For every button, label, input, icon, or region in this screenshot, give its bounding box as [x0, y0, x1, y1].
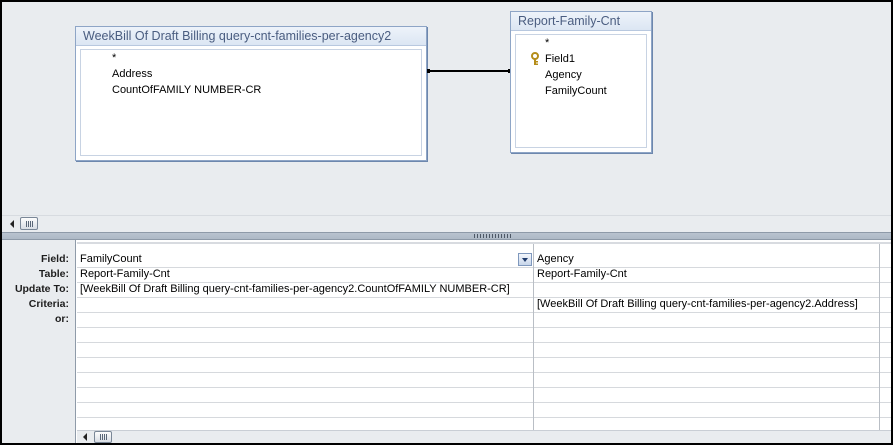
scroll-thumb-grip-icon: [100, 434, 107, 440]
row-label-field: Field:: [41, 253, 69, 265]
table-diagram-pane[interactable]: WeekBill Of Draft Billing query-cnt-fami…: [2, 2, 891, 215]
grid-cell-field-col2[interactable]: Agency: [534, 252, 878, 267]
design-grid-pane: Field: Table: Update To: Criteria: or: F: [2, 240, 891, 443]
grid-cell-update-to-col1[interactable]: [WeekBill Of Draft Billing query-cnt-fam…: [77, 282, 532, 297]
lower-horizontal-scrollbar[interactable]: [77, 430, 891, 443]
scroll-thumb[interactable]: [94, 431, 112, 443]
table-title-report-family-cnt[interactable]: Report-Family-Cnt: [511, 12, 651, 31]
key-icon: [530, 52, 540, 66]
design-grid[interactable]: FamilyCount Report-Family-Cnt [WeekBill …: [77, 244, 891, 430]
grid-cell-update-to-col2[interactable]: [534, 282, 878, 297]
field-item-agency[interactable]: Agency: [545, 67, 582, 83]
upper-horizontal-scrollbar[interactable]: [2, 215, 891, 232]
grid-cell-field-col1[interactable]: FamilyCount: [77, 252, 518, 267]
row-label-column: Field: Table: Update To: Criteria: or:: [2, 240, 76, 443]
grid-cell-table-col2[interactable]: Report-Family-Cnt: [534, 267, 878, 282]
join-line[interactable]: [427, 69, 511, 73]
grid-cell-criteria-col1[interactable]: [77, 297, 532, 312]
field-item-familycount[interactable]: FamilyCount: [545, 83, 607, 99]
table-box-report-family-cnt[interactable]: Report-Family-Cnt * Field1 Agency Family…: [510, 11, 652, 153]
row-label-criteria: Criteria:: [28, 298, 69, 310]
scroll-thumb[interactable]: [20, 217, 38, 230]
row-label-update-to: Update To:: [14, 283, 69, 295]
row-label-or: or:: [55, 313, 69, 325]
query-design-window: WeekBill Of Draft Billing query-cnt-fami…: [0, 0, 893, 445]
splitter-grip-icon: [474, 234, 511, 238]
field-item-asterisk[interactable]: *: [112, 50, 116, 66]
scroll-left-arrow-icon[interactable]: [10, 220, 14, 228]
grid-cell-table-col1[interactable]: Report-Family-Cnt: [77, 267, 532, 282]
field-list-weekbill-query[interactable]: * Address CountOfFAMILY NUMBER-CR: [80, 49, 422, 156]
table-title-weekbill-query[interactable]: WeekBill Of Draft Billing query-cnt-fami…: [76, 27, 426, 46]
field-item-asterisk[interactable]: *: [545, 35, 549, 51]
field-item-address[interactable]: Address: [112, 66, 152, 82]
field-list-report-family-cnt[interactable]: * Field1 Agency FamilyCount: [515, 34, 647, 148]
pane-splitter[interactable]: [2, 232, 891, 240]
field-item-countoffamily[interactable]: CountOfFAMILY NUMBER-CR: [112, 82, 261, 98]
row-label-table: Table:: [38, 268, 69, 280]
grid-cell-or-col1[interactable]: [77, 312, 532, 327]
grid-cell-criteria-col2[interactable]: [WeekBill Of Draft Billing query-cnt-fam…: [534, 297, 878, 312]
chevron-down-icon[interactable]: [518, 253, 532, 266]
scroll-left-arrow-icon[interactable]: [83, 433, 87, 441]
grid-cell-or-col2[interactable]: [534, 312, 878, 327]
field-item-field1[interactable]: Field1: [545, 51, 575, 67]
scroll-thumb-grip-icon: [26, 221, 33, 227]
table-box-weekbill-query[interactable]: WeekBill Of Draft Billing query-cnt-fami…: [75, 26, 427, 161]
